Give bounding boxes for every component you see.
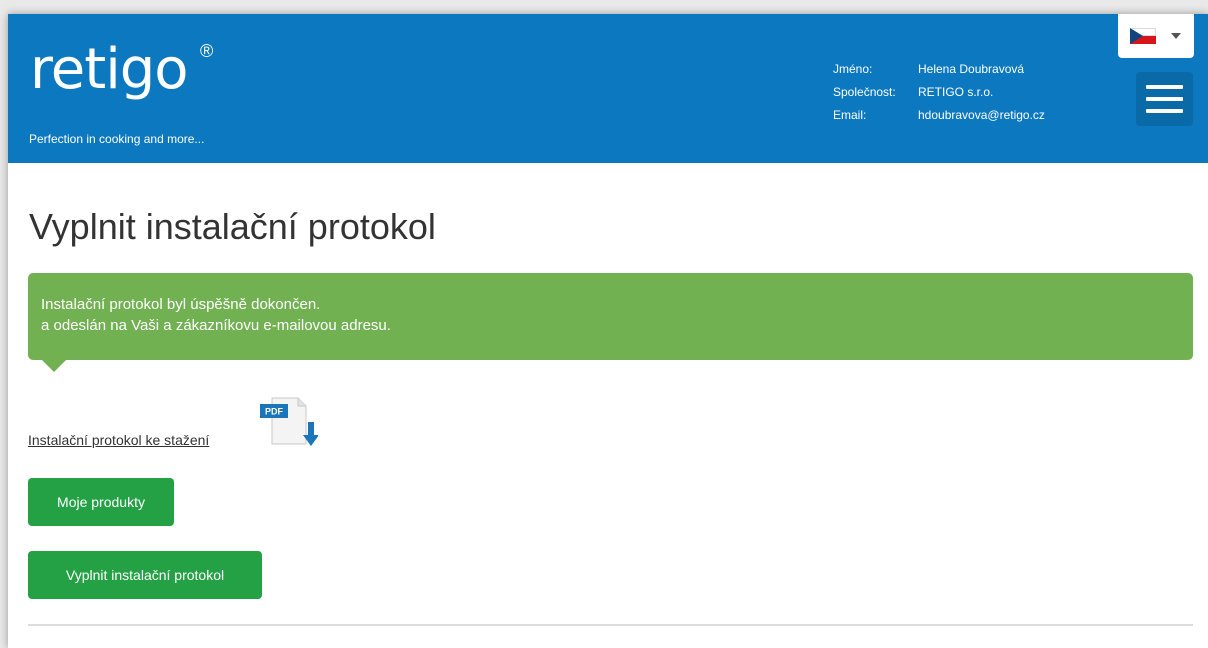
alert-line-1: Instalační protokol byl úspěšně dokončen… bbox=[41, 296, 321, 313]
registered-mark: ® bbox=[200, 41, 214, 61]
company-value: RETIGO s.r.o. bbox=[918, 85, 994, 99]
my-products-button[interactable]: Moje produkty bbox=[28, 478, 174, 526]
app-frame: retigo ® Perfection in cooking and more.… bbox=[8, 14, 1208, 648]
fill-protocol-button[interactable]: Vyplnit instalační protokol bbox=[28, 551, 262, 599]
hamburger-menu-icon bbox=[1146, 109, 1183, 113]
alert-pointer bbox=[42, 360, 66, 372]
chevron-down-icon bbox=[1171, 33, 1181, 39]
czech-flag-icon bbox=[1130, 28, 1156, 44]
name-label: Jméno: bbox=[833, 62, 873, 76]
email-label: Email: bbox=[833, 108, 867, 122]
pdf-download-icon[interactable]: PDF bbox=[258, 392, 318, 450]
success-alert: Instalační protokol byl úspěšně dokončen… bbox=[28, 273, 1193, 360]
menu-button[interactable] bbox=[1136, 72, 1193, 126]
hamburger-menu-icon bbox=[1146, 97, 1183, 101]
email-value: hdoubravova@retigo.cz bbox=[918, 108, 1045, 122]
language-selector[interactable] bbox=[1118, 14, 1194, 58]
download-protocol-link[interactable]: Instalační protokol ke stažení bbox=[28, 432, 209, 448]
page-title: Vyplnit instalační protokol bbox=[29, 206, 436, 247]
company-label: Společnost: bbox=[833, 85, 896, 99]
header: retigo ® Perfection in cooking and more.… bbox=[8, 14, 1208, 163]
name-value: Helena Doubravová bbox=[918, 62, 1025, 76]
pdf-badge: PDF bbox=[265, 407, 284, 417]
alert-line-2: a odeslán na Vaši a zákazníkovu e-mailov… bbox=[41, 317, 391, 334]
hamburger-menu-icon bbox=[1146, 85, 1183, 89]
retigo-logo[interactable]: retigo bbox=[30, 42, 189, 98]
user-info: Jméno: Helena Doubravová Společnost: RET… bbox=[833, 62, 1045, 122]
tagline: Perfection in cooking and more... bbox=[29, 132, 205, 146]
divider bbox=[28, 624, 1193, 626]
